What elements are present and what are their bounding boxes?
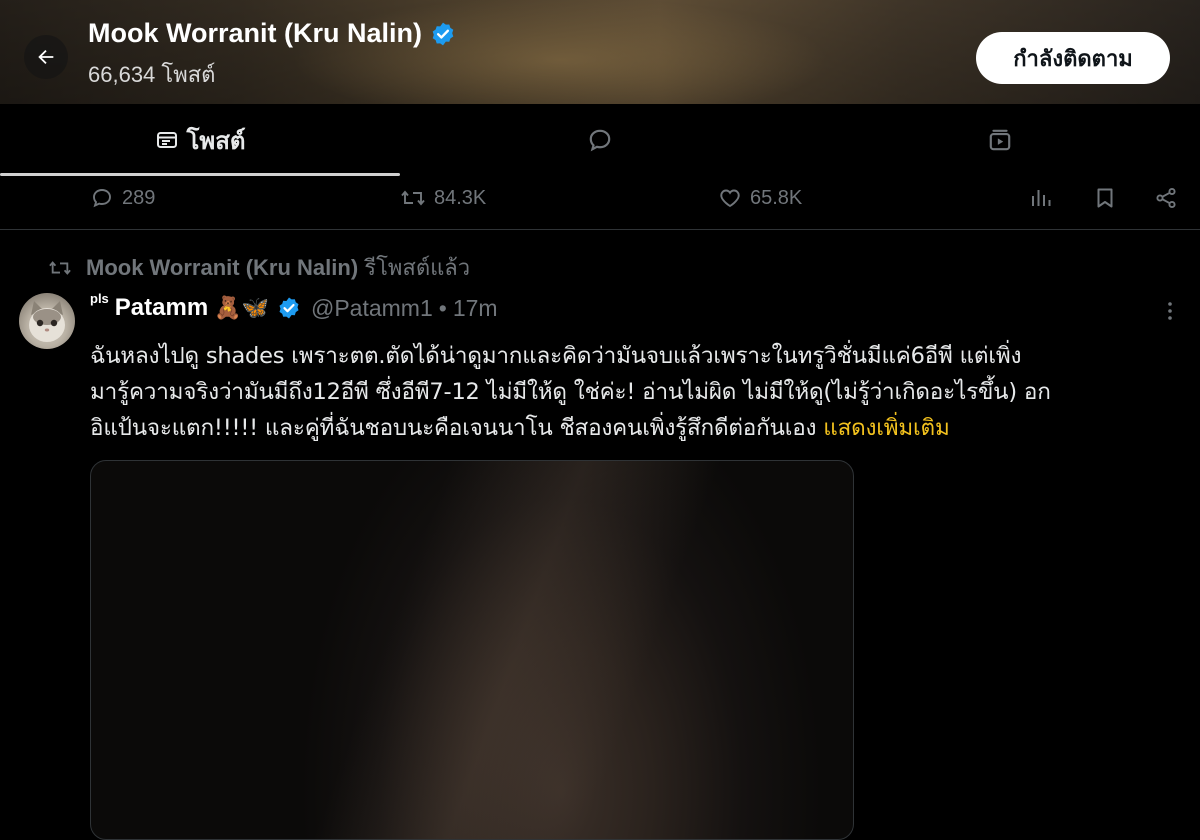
- post-count: 66,634 โพสต์: [88, 62, 216, 87]
- reposter-name: Mook Worranit (Kru Nalin): [86, 255, 359, 280]
- more-options-button[interactable]: [1160, 300, 1180, 326]
- media-icon: [989, 129, 1011, 151]
- views-button[interactable]: [1029, 186, 1053, 214]
- author-name[interactable]: Patamm: [115, 294, 208, 322]
- bookmark-icon: [1097, 188, 1113, 208]
- show-more-link[interactable]: แสดงเพิ่มเติม: [823, 415, 950, 441]
- tweet-header: pls Patamm 🧸🦋 @Patamm1 • 17m: [90, 290, 498, 322]
- cat-avatar-icon: [29, 301, 65, 342]
- tweet-text-line: อิแป้นจะแตก!!!!! และคู่ที่ฉันชอบนะคือเจน…: [90, 410, 1185, 446]
- separator-dot: •: [438, 294, 447, 321]
- replies-icon: [589, 129, 611, 152]
- following-button[interactable]: กำลังติดตาม: [976, 32, 1170, 84]
- reply-icon: [93, 189, 111, 208]
- repost-count: 84.3K: [434, 186, 487, 209]
- like-count: 65.8K: [750, 186, 803, 209]
- name-prefix: pls: [90, 290, 109, 306]
- repost-indicator[interactable]: Mook Worranit (Kru Nalin) รีโพสต์แล้ว: [48, 250, 470, 285]
- tweet-timestamp[interactable]: 17m: [453, 295, 498, 322]
- back-button[interactable]: [24, 35, 68, 79]
- share-icon: [1156, 187, 1176, 209]
- repost-small-icon: [49, 260, 71, 275]
- previous-tweet-actions: 289 84.3K 65.8K: [0, 176, 1200, 220]
- reply-count: 289: [122, 186, 156, 209]
- reply-action[interactable]: 289: [90, 186, 155, 210]
- tweet-text-line: ฉันหลงไปดู shades เพราะตต.ตัดได้น่าดูมาก…: [90, 343, 1022, 369]
- share-button[interactable]: [1154, 186, 1178, 214]
- more-vertical-icon: [1168, 302, 1172, 320]
- tweet-text-line-content: อิแป้นจะแตก!!!!! และคู่ที่ฉันชอบนะคือเจน…: [90, 415, 824, 441]
- tab-posts[interactable]: โพสต์: [0, 104, 400, 176]
- profile-tabs: โพสต์: [0, 104, 1200, 176]
- reposted-by-text: Mook Worranit (Kru Nalin) รีโพสต์แล้ว: [86, 250, 470, 285]
- verified-badge-icon: [279, 297, 299, 319]
- verified-badge-icon: [432, 22, 454, 45]
- posts-icon: [156, 132, 177, 148]
- tweet-text-line: มารู้ความจริงว่ามันมีถึง12อีพี ซึ่งอีพี7…: [90, 379, 1051, 405]
- profile-header: Mook Worranit (Kru Nalin) 66,634 โพสต์ ก…: [0, 0, 1200, 104]
- arrow-left-icon: [38, 49, 54, 65]
- tweet-text: ฉันหลงไปดู shades เพราะตต.ตัดได้น่าดูมาก…: [90, 338, 1185, 446]
- reposted-label: รีโพสต์แล้ว: [364, 255, 471, 280]
- header-text: Mook Worranit (Kru Nalin) 66,634 โพสต์: [88, 18, 456, 92]
- tab-posts-label: โพสต์: [186, 127, 246, 155]
- tab-replies[interactable]: [400, 104, 800, 176]
- avatar[interactable]: [19, 293, 75, 349]
- repost-icon: [401, 190, 425, 206]
- analytics-icon: [1032, 190, 1051, 206]
- bookmark-button[interactable]: [1093, 186, 1117, 214]
- name-emojis: 🧸🦋: [214, 295, 269, 321]
- tweet-media[interactable]: [90, 460, 854, 840]
- heart-icon: [720, 189, 740, 208]
- like-action[interactable]: 65.8K: [718, 186, 802, 210]
- tab-media[interactable]: [800, 104, 1200, 176]
- author-handle[interactable]: @Patamm1: [311, 295, 433, 322]
- repost-action[interactable]: 84.3K: [400, 186, 486, 210]
- tweet-divider: [0, 229, 1200, 230]
- profile-name: Mook Worranit (Kru Nalin): [88, 18, 422, 48]
